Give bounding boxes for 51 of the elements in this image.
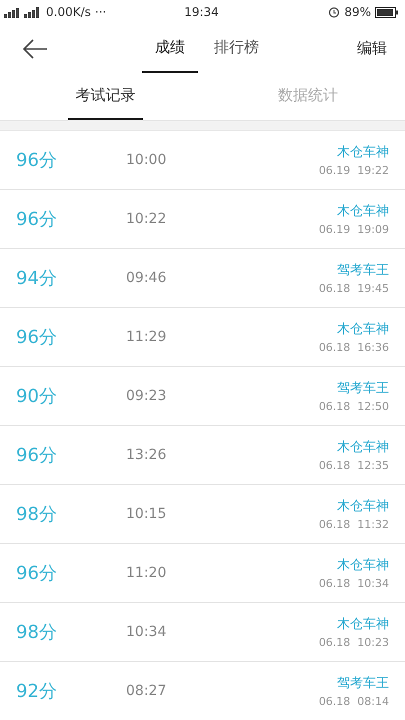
date-time: 06.18 19:45 <box>318 282 389 295</box>
network-speed: 0.00K/s <box>46 5 91 19</box>
score-text: 92分 <box>16 680 58 703</box>
battery-icon <box>375 6 399 18</box>
date-time: 06.19 19:09 <box>318 223 389 236</box>
battery-percent: 89% <box>344 5 371 19</box>
nav-tab[interactable]: 排行榜 <box>198 24 275 73</box>
back-arrow-icon[interactable] <box>22 38 48 58</box>
date-time: 06.18 11:32 <box>318 518 389 531</box>
date-time: 06.18 12:35 <box>318 459 389 472</box>
clock-time: 19:34 <box>184 5 219 19</box>
rank-title: 木仓车神 <box>337 616 389 633</box>
rank-title: 木仓车神 <box>337 321 389 338</box>
edit-button[interactable]: 编辑 <box>357 39 387 58</box>
duration-text: 10:00 <box>126 152 166 168</box>
score-text: 98分 <box>16 503 58 526</box>
signal-icon <box>4 6 42 18</box>
rank-title: 木仓车神 <box>337 203 389 220</box>
rank-title: 驾考车王 <box>337 675 389 692</box>
score-text: 98分 <box>16 621 58 644</box>
date-time: 06.18 08:14 <box>318 695 389 708</box>
rank-title: 驾考车王 <box>337 262 389 279</box>
score-text: 96分 <box>16 149 58 172</box>
rank-title: 驾考车王 <box>337 380 389 397</box>
rank-title: 木仓车神 <box>337 144 389 161</box>
score-text: 90分 <box>16 385 58 408</box>
rank-title: 木仓车神 <box>337 439 389 456</box>
date-time: 06.18 16:36 <box>318 341 389 354</box>
score-text: 96分 <box>16 562 58 585</box>
score-text: 94分 <box>16 267 58 290</box>
duration-text: 10:15 <box>126 506 166 522</box>
date-time: 06.19 19:22 <box>318 164 389 177</box>
rank-title: 木仓车神 <box>337 498 389 515</box>
date-time: 06.18 10:23 <box>318 636 389 649</box>
duration-text: 08:27 <box>126 683 166 699</box>
duration-text: 09:46 <box>126 270 166 286</box>
score-text: 96分 <box>16 208 58 231</box>
rank-title: 木仓车神 <box>337 557 389 574</box>
date-time: 06.18 12:50 <box>318 400 389 413</box>
score-text: 96分 <box>16 444 58 467</box>
nav-tab[interactable]: 成绩 <box>142 24 198 73</box>
duration-text: 11:29 <box>126 329 166 345</box>
duration-text: 10:34 <box>126 624 166 640</box>
date-time: 06.18 10:34 <box>318 577 389 590</box>
duration-text: 13:26 <box>126 447 166 463</box>
score-text: 96分 <box>16 326 58 349</box>
more-dots: ··· <box>94 5 106 19</box>
duration-text: 11:20 <box>126 565 166 581</box>
duration-text: 09:23 <box>126 388 166 404</box>
duration-text: 10:22 <box>126 211 166 227</box>
alarm-icon <box>328 6 340 18</box>
